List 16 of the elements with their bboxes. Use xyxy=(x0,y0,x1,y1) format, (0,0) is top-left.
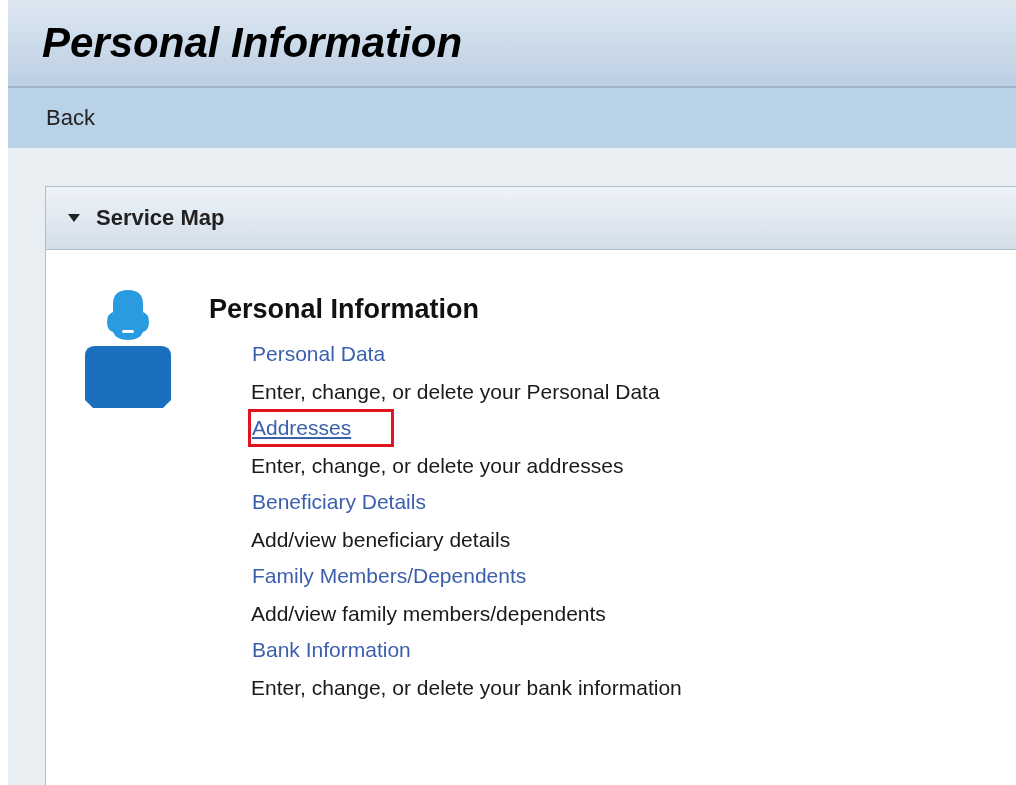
service-link[interactable]: Beneficiary Details xyxy=(248,483,435,521)
service-description: Add/view beneficiary details xyxy=(251,527,511,553)
section-heading: Personal Information xyxy=(209,294,480,325)
service-link[interactable]: Bank Information xyxy=(248,631,420,669)
service-description: Add/view family members/dependents xyxy=(251,601,606,627)
service-description: Enter, change, or delete your Personal Data xyxy=(251,379,660,405)
page-title: Personal Information xyxy=(42,19,463,67)
panel-title: Service Map xyxy=(96,205,225,231)
service-description: Enter, change, or delete your bank information xyxy=(251,675,682,701)
person-icon xyxy=(85,290,171,410)
collapse-triangle-icon[interactable] xyxy=(68,214,80,222)
back-link[interactable]: Back xyxy=(46,105,95,131)
service-link[interactable]: Addresses xyxy=(248,409,395,447)
service-description: Enter, change, or delete your addresses xyxy=(251,453,624,479)
service-link[interactable]: Personal Data xyxy=(248,335,395,373)
service-link[interactable]: Family Members/Dependents xyxy=(248,557,536,595)
